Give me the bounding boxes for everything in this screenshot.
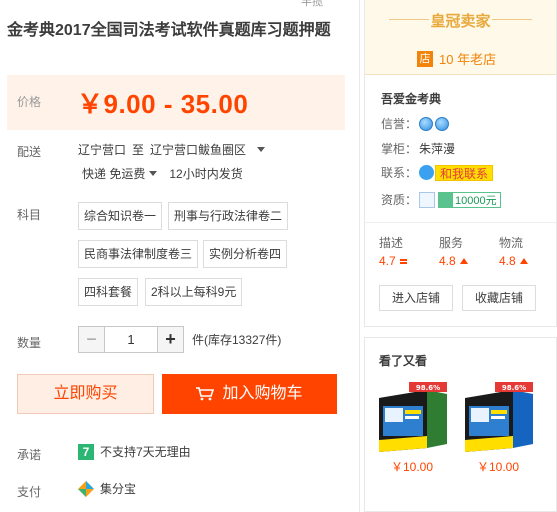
credit-row: 信誉： — [381, 115, 451, 132]
ship-method-selector[interactable]: 快递 免运费 — [82, 165, 158, 182]
score-label-desc: 描述 — [379, 236, 404, 250]
price-box: 价格 ￥9.00 - 35.00 — [7, 75, 345, 130]
score-logistics: 4.8 — [499, 254, 528, 268]
option-multi[interactable]: 2科以上每科9元 — [145, 278, 243, 306]
promise-text[interactable]: 不支持7天无理由 — [100, 443, 191, 460]
shipping-route: 辽宁营口 至 辽宁营口鲅鱼圈区 — [78, 141, 271, 158]
option-subject-3[interactable]: 民商事法律制度卷三 — [78, 240, 199, 268]
score-desc-value: 4.7 — [379, 254, 396, 268]
shop-panel: 皇冠卖家 店 10 年老店 吾爱金考典 信誉： 掌柜： 朱萍漫 联系： 和我联系… — [364, 0, 557, 327]
also-viewed-title: 看了又看 — [379, 354, 428, 368]
shop-name[interactable]: 吾爱金考典 — [381, 90, 441, 107]
rec-badge: 98.6% — [416, 384, 440, 392]
option-subject-1[interactable]: 综合知识卷一 — [78, 202, 163, 230]
quantity-plus-button[interactable]: + — [157, 326, 184, 353]
panel-divider — [359, 0, 360, 512]
shop-years: 10 年老店 — [439, 52, 497, 67]
also-viewed-panel: 看了又看 98.6% ￥10.00 98.6% ￥10.00 — [364, 337, 557, 512]
chevron-down-icon — [257, 147, 266, 152]
seven-day-icon: 7 — [78, 443, 94, 460]
contact-row: 联系： 和我联系 — [381, 164, 494, 181]
add-to-cart-label: 加入购物车 — [222, 385, 303, 402]
contact-button[interactable]: 和我联系 — [435, 164, 494, 181]
recommended-price[interactable]: ￥10.00 — [391, 458, 433, 475]
score-logistics-value: 4.8 — [499, 254, 516, 268]
ship-method: 快递 免运费 — [82, 167, 146, 181]
score-label-service: 服务 — [439, 236, 464, 250]
shipping-label: 配送 — [17, 145, 42, 159]
ship-to-selector[interactable]: 辽宁营口鲅鱼圈区 — [150, 141, 266, 158]
cart-icon — [196, 387, 215, 401]
price-value: ￥9.00 - 35.00 — [77, 89, 249, 119]
rec-badge: 98.6% — [502, 384, 526, 392]
score-service-value: 4.8 — [439, 254, 456, 268]
deposit-icon — [439, 192, 454, 207]
ship-to: 辽宁营口鲅鱼圈区 — [150, 143, 247, 157]
deposit-badge[interactable]: 10000元 — [438, 191, 501, 208]
shop-badge-icon: 店 — [417, 50, 433, 67]
diamond-icon — [435, 116, 450, 131]
stock-count: 件(库存13327件) — [192, 333, 282, 347]
shop-age: 店 10 年老店 — [417, 49, 496, 68]
promise-label: 承诺 — [17, 448, 42, 462]
qualification-row: 资质： 10000元 — [381, 191, 501, 208]
owner-label: 掌柜： — [381, 142, 418, 156]
ship-to-word: 至 — [132, 143, 145, 157]
pay-label: 支付 — [17, 485, 42, 499]
ship-from: 辽宁营口 — [78, 143, 127, 157]
jifenbao-icon — [78, 480, 94, 497]
recommended-product-image[interactable]: 98.6% — [375, 378, 451, 455]
option-subject-2[interactable]: 刑事与行政法律卷二 — [168, 202, 289, 230]
owner-name: 朱萍漫 — [419, 142, 456, 156]
cut-off-text: 半揽 — [301, 0, 323, 8]
crown-header: 皇冠卖家 店 10 年老店 — [365, 0, 556, 75]
recommended-price[interactable]: ￥10.00 — [477, 458, 519, 475]
subject-label: 科目 — [17, 208, 42, 222]
license-icon[interactable] — [419, 191, 436, 208]
qualification-label: 资质： — [381, 193, 418, 207]
product-panel: 半揽 金考典2017全国司法考试软件真题库习题押题 价格 ￥9.00 - 35.… — [0, 0, 355, 512]
score-divider — [365, 222, 556, 223]
crown-divider-right — [492, 19, 532, 20]
wangwang-icon[interactable] — [419, 165, 435, 180]
equal-icon — [399, 258, 407, 264]
chevron-down-icon — [149, 171, 158, 176]
arrow-up-icon — [459, 258, 468, 264]
deposit-amount: 10000元 — [455, 194, 497, 207]
credit-label: 信誉： — [381, 117, 418, 131]
score-service: 4.8 — [439, 254, 468, 268]
product-title: 金考典2017全国司法考试软件真题库习题押题 — [7, 22, 331, 39]
pay-info: 集分宝 — [78, 480, 136, 497]
contact-label: 联系： — [381, 166, 418, 180]
recommended-product-image[interactable]: 98.6% — [461, 378, 537, 455]
score-label-logistics: 物流 — [499, 236, 524, 250]
score-desc: 4.7 — [379, 254, 407, 268]
ship-time: 12小时内发货 — [169, 167, 243, 181]
crown-title: 皇冠卖家 — [430, 13, 491, 30]
quantity-input[interactable]: 1 — [105, 326, 157, 353]
favorite-shop-button[interactable]: 收藏店铺 — [462, 285, 536, 311]
shipping-method: 快递 免运费 12小时内发货 — [82, 165, 243, 182]
quantity-label: 数量 — [17, 336, 42, 350]
owner-row: 掌柜： 朱萍漫 — [381, 140, 455, 157]
enter-shop-button[interactable]: 进入店铺 — [379, 285, 453, 311]
buy-now-button[interactable]: 立即购买 — [17, 374, 154, 414]
diamond-icon — [419, 116, 434, 131]
arrow-up-icon — [519, 258, 528, 264]
pay-text[interactable]: 集分宝 — [100, 480, 136, 497]
promise-info: 7 不支持7天无理由 — [78, 443, 191, 460]
add-to-cart-button[interactable]: 加入购物车 — [162, 374, 337, 414]
option-package[interactable]: 四科套餐 — [78, 278, 139, 306]
price-label: 价格 — [17, 95, 42, 109]
option-subject-4[interactable]: 实例分析卷四 — [203, 240, 288, 268]
quantity-minus-button[interactable]: − — [78, 326, 105, 353]
quantity-stepper: − 1 + 件(库存13327件) — [78, 326, 281, 353]
